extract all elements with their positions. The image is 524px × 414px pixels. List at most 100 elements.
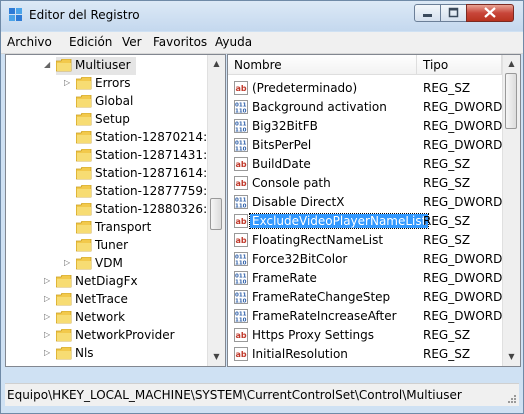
tree-scroll-thumb[interactable]	[210, 198, 222, 230]
tree-item[interactable]: Tuner	[6, 237, 206, 255]
menu-ver[interactable]: Ver	[122, 35, 142, 49]
close-button[interactable]	[466, 4, 514, 22]
tree-item-label: Station-12880326:0	[95, 202, 215, 216]
value-row[interactable]: 011 110 Force32BitColor REG_DWORD	[228, 250, 502, 269]
key-tree-pane[interactable]: ◢ Multiuser ▷ Errors Global Setup Station-1287…	[5, 54, 226, 367]
value-name: FloatingRectNameList	[252, 233, 384, 247]
value-row[interactable]: 011 110 BitsPerPel REG_DWORD	[228, 136, 502, 155]
title-bar[interactable]: Editor del Registro	[1, 1, 523, 31]
menu-archivo[interactable]: Archivo	[7, 35, 52, 49]
value-row[interactable]: 011 110 Background activation REG_DWORD	[228, 98, 502, 117]
expand-arrow-icon[interactable]: ▷	[44, 295, 52, 303]
svg-text:110: 110	[235, 280, 247, 286]
tree-item[interactable]: Setup	[6, 111, 206, 129]
minimize-button[interactable]	[414, 4, 441, 22]
tree-item-label: NetDiagFx	[75, 274, 138, 288]
value-type: REG_DWORD	[423, 290, 503, 304]
tree-item[interactable]: ▷ NetworkProvider	[6, 327, 206, 345]
folder-icon	[56, 275, 72, 288]
value-row[interactable]: ab ExcludeVideoPlayerNameList REG_SZ	[228, 212, 500, 231]
value-row[interactable]: ab Https Proxy Settings REG_SZ	[228, 326, 500, 345]
value-type: REG_SZ	[423, 176, 471, 190]
svg-text:ab: ab	[236, 84, 247, 93]
status-key-path: Equipo\HKEY_LOCAL_MACHINE\SYSTEM\Current…	[7, 388, 462, 402]
list-scroll-thumb[interactable]	[505, 73, 517, 129]
value-type: REG_DWORD	[423, 271, 503, 285]
tree-item[interactable]: ▷ NetTrace	[6, 291, 206, 309]
menu-bar: Archivo Edición Ver Favoritos Ayuda	[1, 32, 523, 54]
column-header-type[interactable]: Tipo	[417, 55, 502, 75]
values-list-pane[interactable]: Nombre Tipo ab (Predeterminado) REG_SZ 011 1…	[227, 54, 521, 367]
window-title: Editor del Registro	[29, 8, 140, 22]
tree-item-label: Station-12870214:0	[95, 130, 215, 144]
value-name: Console path	[252, 176, 331, 190]
scroll-up-arrow-icon[interactable]: ▲	[503, 55, 520, 72]
string-value-icon: ab	[234, 214, 248, 228]
registry-editor-window: Editor del Registro Archivo Edición Ver …	[0, 0, 524, 414]
menu-ayuda[interactable]: Ayuda	[215, 35, 252, 49]
value-row[interactable]: 011 110 FrameRateIncreaseAfter REG_DWORD	[228, 307, 502, 326]
tree-item[interactable]: Station-12870214:0	[6, 129, 215, 147]
menu-edicion[interactable]: Edición	[69, 35, 112, 49]
tree-item[interactable]: Station-12877759:0	[6, 183, 215, 201]
folder-icon	[76, 149, 92, 162]
value-name: FrameRateIncreaseAfter	[252, 309, 397, 323]
tree-item-label: NetworkProvider	[75, 328, 175, 342]
tree-item-label: Network	[75, 310, 126, 324]
expand-arrow-icon[interactable]: ▷	[44, 277, 52, 285]
folder-icon	[76, 203, 92, 216]
value-row[interactable]: ab InitialResolution REG_SZ	[228, 345, 500, 364]
value-row[interactable]: 011 110 Big32BitFB REG_DWORD	[228, 117, 503, 136]
maximize-button[interactable]	[440, 4, 467, 22]
expand-arrow-icon[interactable]: ▷	[64, 79, 72, 87]
value-name: FrameRateChangeStep	[252, 290, 391, 304]
expand-arrow-icon[interactable]: ▷	[44, 331, 52, 339]
value-row[interactable]: ab Console path REG_SZ	[228, 174, 500, 193]
folder-icon	[76, 131, 92, 144]
value-row[interactable]: 011 110 FrameRate REG_DWORD	[228, 269, 503, 288]
resize-grip-icon[interactable]	[507, 394, 517, 404]
folder-icon	[56, 329, 72, 342]
tree-item[interactable]: ▷ NetDiagFx	[6, 273, 206, 291]
binary-value-icon: 011110	[234, 290, 248, 304]
folder-icon	[76, 167, 92, 180]
column-header-name[interactable]: Nombre	[228, 55, 417, 75]
string-value-icon: ab	[234, 157, 248, 171]
value-row[interactable]: 011 110 FrameRateChangeStep REG_DWORD	[228, 288, 503, 307]
tree-item[interactable]: ▷ Errors	[6, 75, 206, 93]
tree-item-label: Station-12877759:0	[95, 184, 215, 198]
tree-item[interactable]: Transport	[6, 219, 206, 237]
value-name: Force32BitColor	[252, 252, 348, 266]
value-row[interactable]: ab FloatingRectNameList REG_SZ	[228, 231, 500, 250]
tree-item[interactable]: Station-12871614:0	[6, 165, 215, 183]
value-row[interactable]: 011 110 Disable DirectX REG_DWORD	[228, 193, 502, 212]
menu-favoritos[interactable]: Favoritos	[153, 35, 207, 49]
scroll-up-arrow-icon[interactable]: ▲	[208, 55, 225, 72]
tree-item[interactable]: ▷ Network	[6, 309, 206, 327]
scroll-down-arrow-icon[interactable]: ▼	[208, 348, 225, 365]
list-vertical-scrollbar[interactable]: ▲ ▼	[502, 55, 520, 366]
value-row[interactable]: ab (Predeterminado) REG_SZ	[228, 79, 500, 98]
tree-item[interactable]: ▷ VDM	[6, 255, 206, 273]
svg-text:110: 110	[235, 318, 247, 324]
collapse-arrow-icon[interactable]: ◢	[44, 61, 52, 69]
tree-vertical-scrollbar[interactable]: ▲ ▼	[207, 55, 225, 366]
value-type: REG_DWORD	[423, 119, 503, 133]
expand-arrow-icon[interactable]: ▷	[44, 349, 52, 357]
svg-text:ab: ab	[236, 350, 247, 359]
scroll-down-arrow-icon[interactable]: ▼	[503, 348, 520, 365]
value-row[interactable]: ab BuildDate REG_SZ	[228, 155, 500, 174]
binary-value-icon: 011110	[234, 100, 248, 114]
tree-item[interactable]: Station-12871431:0	[6, 147, 215, 165]
tree-item[interactable]: ▷ Nls	[6, 345, 206, 363]
svg-text:ab: ab	[236, 179, 247, 188]
expand-arrow-icon[interactable]: ▷	[64, 259, 72, 267]
svg-text:110: 110	[235, 128, 247, 134]
tree-item[interactable]: Station-12880326:0	[6, 201, 215, 219]
expand-arrow-icon[interactable]: ▷	[44, 313, 52, 321]
svg-text:110: 110	[235, 299, 247, 305]
tree-item[interactable]: Global	[6, 93, 206, 111]
tree-item[interactable]: ◢ Multiuser	[44, 57, 136, 75]
folder-icon	[76, 113, 92, 126]
value-type: REG_SZ	[423, 233, 471, 247]
